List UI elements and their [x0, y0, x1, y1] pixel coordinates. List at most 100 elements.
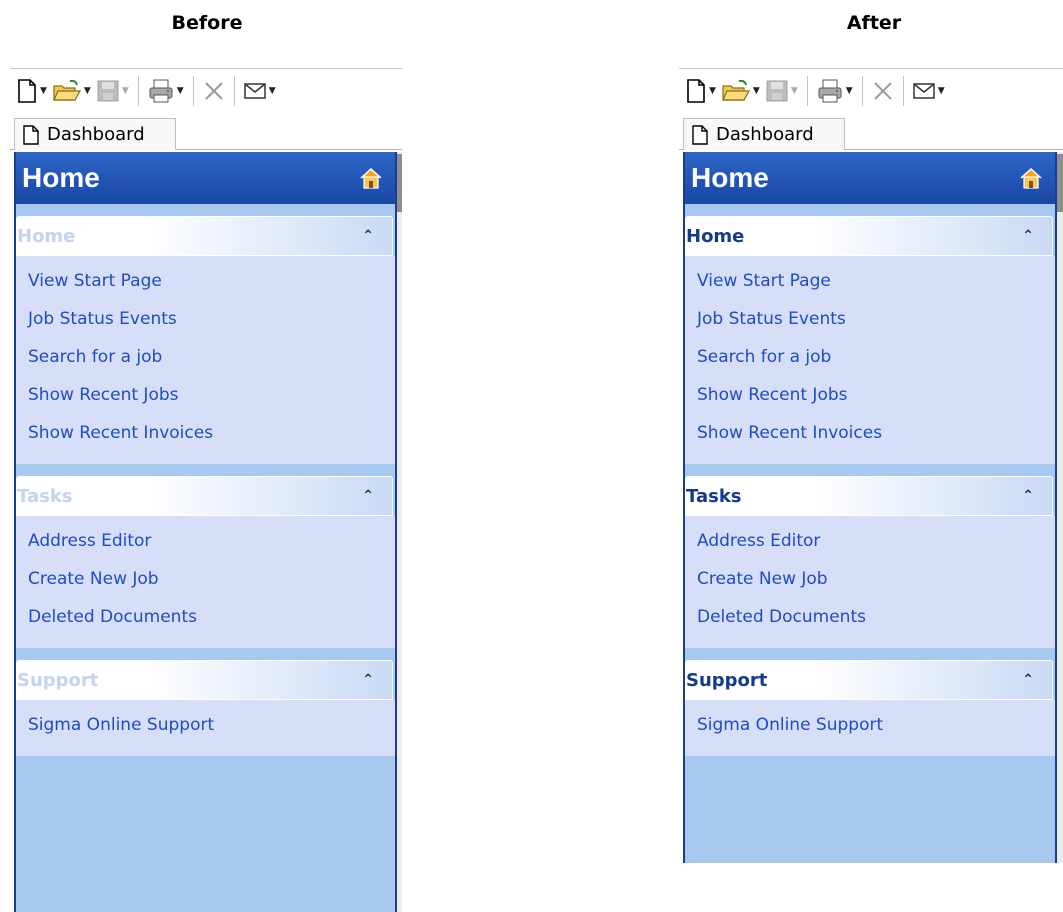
group-body: Sigma Online Support	[685, 700, 1055, 756]
toolbar-separator	[137, 75, 139, 106]
nav-group-tasks: Tasks ⌃ Address Editor Create New Job De…	[16, 476, 395, 648]
link-show-recent-invoices[interactable]: Show Recent Invoices	[28, 414, 395, 452]
nav-header: Home	[685, 152, 1055, 204]
scroll-thumb[interactable]	[397, 154, 402, 212]
tab-dashboard[interactable]: Dashboard	[14, 118, 176, 150]
link-address-editor[interactable]: Address Editor	[697, 522, 1055, 560]
group-header-support[interactable]: Support ⌃	[16, 660, 393, 700]
new-document-button[interactable]: ▼	[683, 74, 719, 108]
nav-group-support: Support ⌃ Sigma Online Support	[685, 660, 1055, 756]
link-job-status-events[interactable]: Job Status Events	[697, 300, 1055, 338]
heading-before: Before	[171, 12, 243, 34]
open-button[interactable]: ▼	[50, 74, 94, 108]
open-button[interactable]: ▼	[719, 74, 763, 108]
group-body: Address Editor Create New Job Deleted Do…	[16, 516, 395, 648]
link-show-recent-jobs[interactable]: Show Recent Jobs	[697, 376, 1055, 414]
nav-group-tasks: Tasks ⌃ Address Editor Create New Job De…	[685, 476, 1055, 648]
chevron-down-icon: ▼	[752, 85, 760, 96]
group-title: Support	[17, 669, 99, 691]
print-icon	[149, 79, 173, 102]
chevron-down-icon: ▼	[83, 85, 91, 96]
document-icon	[692, 124, 708, 145]
new-document-icon	[18, 78, 36, 103]
email-button[interactable]: ▼	[241, 74, 279, 108]
chevron-double-up-icon[interactable]: ⌃	[362, 488, 374, 504]
group-body: View Start Page Job Status Events Search…	[685, 256, 1055, 464]
link-address-editor[interactable]: Address Editor	[28, 522, 395, 560]
nav-group-home: Home ⌃ View Start Page Job Status Events…	[16, 216, 395, 464]
toolbar-separator	[902, 75, 904, 106]
after-panel: ▼ ▼ ▼ ▼ ▼ Dashboard Home Home ⌃ View Sta…	[679, 68, 1063, 863]
group-header-tasks[interactable]: Tasks ⌃	[16, 476, 393, 516]
navigation-panel: Home Home ⌃ View Start Page Job Status E…	[14, 152, 397, 912]
chevron-double-up-icon[interactable]: ⌃	[1022, 228, 1034, 244]
save-button[interactable]: ▼	[763, 74, 801, 108]
chevron-down-icon: ▼	[40, 85, 47, 96]
group-header-home[interactable]: Home ⌃	[685, 216, 1053, 256]
tab-bar: Dashboard	[10, 112, 402, 150]
new-document-button[interactable]: ▼	[14, 74, 50, 108]
tab-label: Dashboard	[716, 124, 814, 145]
before-panel: ▼ ▼ ▼ ▼ ▼ Dashboard Home Home ⌃ View Sta…	[10, 68, 402, 912]
toolbar-separator	[806, 75, 808, 106]
nav-group-support: Support ⌃ Sigma Online Support	[16, 660, 395, 756]
tab-label: Dashboard	[47, 124, 145, 145]
group-title: Home	[17, 225, 76, 247]
link-show-recent-invoices[interactable]: Show Recent Invoices	[697, 414, 1055, 452]
tab-dashboard[interactable]: Dashboard	[683, 118, 845, 150]
nav-title: Home	[22, 162, 100, 193]
link-create-new-job[interactable]: Create New Job	[28, 560, 395, 598]
nav-title: Home	[691, 162, 769, 193]
chevron-down-icon: ▼	[845, 85, 853, 96]
email-button[interactable]: ▼	[910, 74, 948, 108]
link-search-for-a-job[interactable]: Search for a job	[697, 338, 1055, 376]
toolbar: ▼ ▼ ▼ ▼ ▼	[679, 68, 1063, 112]
link-create-new-job[interactable]: Create New Job	[697, 560, 1055, 598]
vertical-scrollbar[interactable]	[397, 152, 402, 912]
nav-group-home: Home ⌃ View Start Page Job Status Events…	[685, 216, 1055, 464]
home-icon	[1020, 167, 1042, 189]
email-icon	[912, 82, 935, 99]
group-header-home[interactable]: Home ⌃	[16, 216, 393, 256]
email-icon	[243, 82, 266, 99]
group-title: Home	[686, 225, 745, 247]
link-deleted-documents[interactable]: Deleted Documents	[28, 598, 395, 636]
delete-button[interactable]	[869, 74, 897, 108]
print-button[interactable]: ▼	[814, 74, 856, 108]
document-icon	[23, 124, 39, 145]
link-sigma-online-support[interactable]: Sigma Online Support	[697, 706, 1055, 744]
chevron-double-up-icon[interactable]: ⌃	[362, 228, 374, 244]
link-show-recent-jobs[interactable]: Show Recent Jobs	[28, 376, 395, 414]
link-view-start-page[interactable]: View Start Page	[697, 262, 1055, 300]
group-header-support[interactable]: Support ⌃	[685, 660, 1053, 700]
link-job-status-events[interactable]: Job Status Events	[28, 300, 395, 338]
chevron-down-icon: ▼	[937, 85, 945, 96]
chevron-down-icon: ▼	[268, 85, 276, 96]
group-title: Tasks	[686, 485, 742, 507]
chevron-double-up-icon[interactable]: ⌃	[362, 672, 374, 688]
chevron-double-up-icon[interactable]: ⌃	[1022, 488, 1034, 504]
toolbar: ▼ ▼ ▼ ▼ ▼	[10, 68, 402, 112]
save-button[interactable]: ▼	[94, 74, 132, 108]
group-header-tasks[interactable]: Tasks ⌃	[685, 476, 1053, 516]
delete-button[interactable]	[200, 74, 228, 108]
toolbar-separator	[861, 75, 863, 106]
home-icon	[360, 167, 382, 189]
open-folder-icon	[721, 79, 750, 101]
delete-icon	[873, 81, 892, 100]
save-icon	[766, 80, 788, 101]
link-search-for-a-job[interactable]: Search for a job	[28, 338, 395, 376]
heading-after: After	[846, 12, 902, 34]
chevron-double-up-icon[interactable]: ⌃	[1022, 672, 1034, 688]
link-deleted-documents[interactable]: Deleted Documents	[697, 598, 1055, 636]
link-sigma-online-support[interactable]: Sigma Online Support	[28, 706, 395, 744]
print-button[interactable]: ▼	[145, 74, 187, 108]
group-body: Sigma Online Support	[16, 700, 395, 756]
chevron-down-icon: ▼	[790, 85, 798, 96]
scroll-thumb[interactable]	[1057, 154, 1063, 212]
navigation-panel: Home Home ⌃ View Start Page Job Status E…	[683, 152, 1057, 863]
vertical-scrollbar[interactable]	[1057, 152, 1063, 863]
chevron-down-icon: ▼	[709, 85, 716, 96]
link-view-start-page[interactable]: View Start Page	[28, 262, 395, 300]
open-folder-icon	[52, 79, 81, 101]
